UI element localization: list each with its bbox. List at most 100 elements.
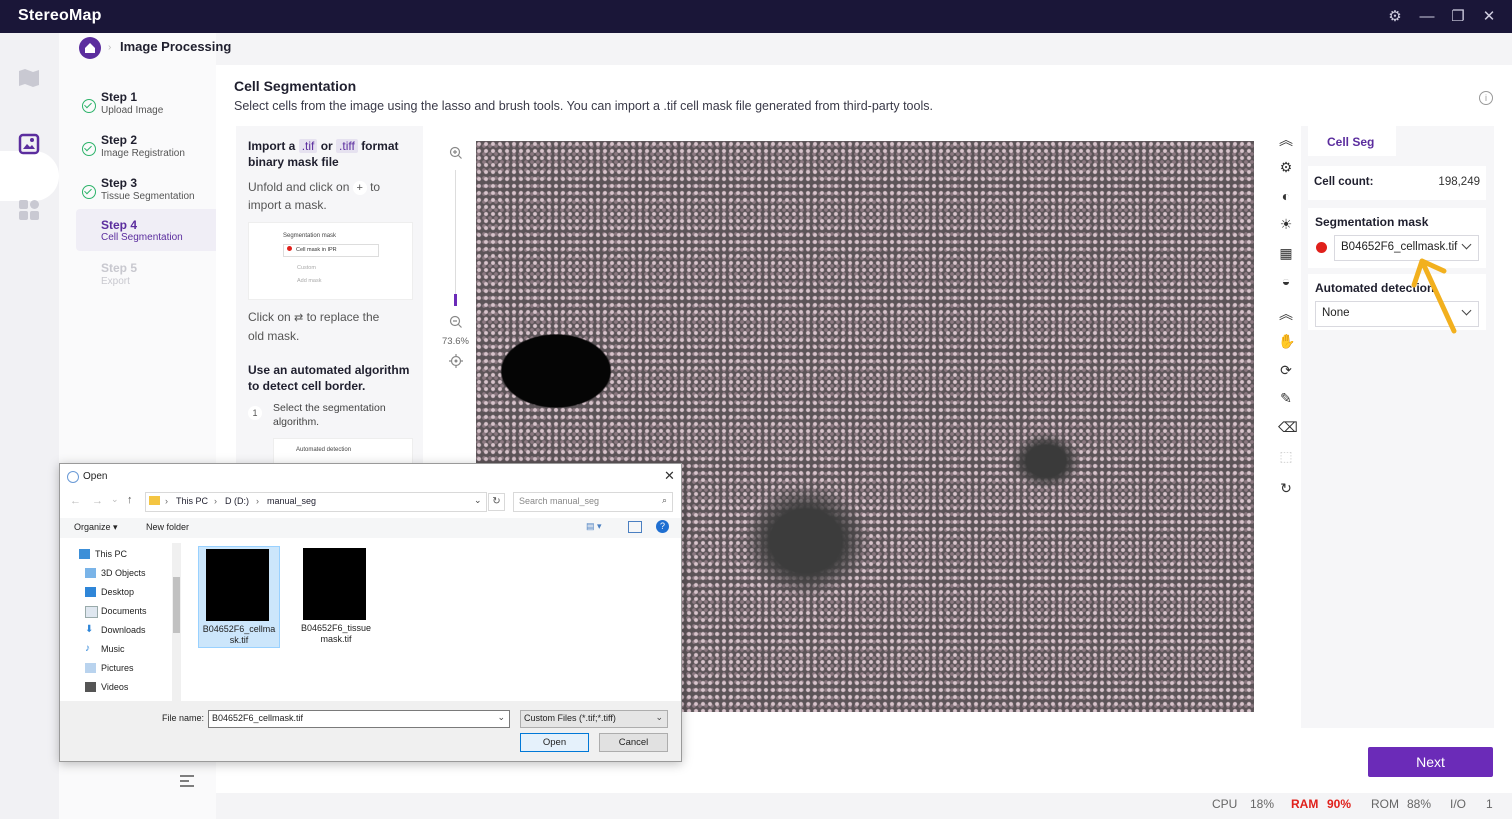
new-folder-button[interactable]: New folder xyxy=(146,522,189,532)
file-type-value: Custom Files (*.tif;*.tiff) xyxy=(524,713,616,723)
step-subtitle: Export xyxy=(101,276,130,287)
close-icon[interactable]: ✕ xyxy=(1480,8,1498,26)
filename-input[interactable]: B04652F6_cellmask.tif ⌄ xyxy=(208,710,510,728)
preview-pane-icon[interactable] xyxy=(628,521,642,533)
collapse-up-icon-2[interactable]: ︽ xyxy=(1278,306,1294,322)
file-item[interactable]: B04652F6_tissuemask.tif xyxy=(296,546,376,646)
chevron-down-icon[interactable]: ⌄ xyxy=(474,495,482,506)
recenter-icon[interactable] xyxy=(449,354,463,373)
settings-icon[interactable]: ⚙ xyxy=(1386,8,1404,26)
zoom-out-icon[interactable] xyxy=(449,315,463,334)
organize-button[interactable]: Organize ▾ xyxy=(74,522,118,533)
navigation-tree: This PC 3D Objects Desktop Documents ⬇ Do… xyxy=(60,543,173,701)
address-bar[interactable]: › This PC › D (D:) › manual_seg ⌄ xyxy=(145,492,487,512)
cpu-label: CPU xyxy=(1212,797,1238,811)
step-title: Step 2 xyxy=(101,133,138,147)
tree-item-videos[interactable]: Videos xyxy=(85,682,128,692)
eraser-icon[interactable]: ⌫ xyxy=(1278,419,1298,435)
step-subtitle: Upload Image xyxy=(101,105,164,116)
home-icon[interactable] xyxy=(79,37,101,59)
reset-icon[interactable]: ↻ xyxy=(1278,480,1294,496)
tree-item-this-pc[interactable]: This PC xyxy=(79,549,127,559)
file-item[interactable]: B04652F6_cellmask.tif xyxy=(198,546,280,648)
selection-icon[interactable]: ⬚ xyxy=(1278,448,1294,464)
chevron-down-icon[interactable]: ⌄ xyxy=(111,494,119,505)
refresh-icon[interactable]: ↻ xyxy=(488,493,505,511)
rom-label: ROM xyxy=(1371,797,1399,811)
dialog-footer: File name: B04652F6_cellmask.tif ⌄ Custo… xyxy=(60,701,681,761)
filename-value: B04652F6_cellmask.tif xyxy=(212,713,304,723)
lasso-icon[interactable]: ⟳ xyxy=(1278,362,1294,378)
scrollbar-thumb[interactable] xyxy=(173,577,180,633)
tree-item-3d-objects[interactable]: 3D Objects xyxy=(85,568,146,578)
tree-item-downloads[interactable]: ⬇ Downloads xyxy=(85,625,146,636)
rom-value: 88% xyxy=(1407,797,1432,811)
tree-item-desktop[interactable]: Desktop xyxy=(85,587,134,597)
gear-icon[interactable]: ⚙ xyxy=(1278,159,1294,175)
step-2[interactable]: Step 2 Image Registration xyxy=(76,133,216,175)
collapse-up-icon[interactable]: ︽ xyxy=(1278,132,1294,148)
step-title: Step 4 xyxy=(101,218,138,232)
map-icon[interactable] xyxy=(17,66,41,90)
tree-scrollbar[interactable] xyxy=(172,543,181,701)
search-placeholder: Search manual_seg xyxy=(519,496,600,506)
filename-label: File name: xyxy=(162,713,205,723)
chevron-down-icon: ⌄ xyxy=(655,712,663,722)
app-title: StereoMap xyxy=(18,7,102,24)
step-title: Step 1 xyxy=(101,90,138,104)
file-thumbnail xyxy=(206,549,269,621)
dialog-title: Open xyxy=(83,471,108,482)
help-icon[interactable]: ? xyxy=(656,520,669,533)
tab-cell-seg[interactable]: Cell Seg xyxy=(1308,126,1396,156)
zoom-in-icon[interactable] xyxy=(449,146,463,165)
mask-thumbnail: Segmentation mask Cell mask in IPR Custo… xyxy=(248,222,413,300)
brightness-icon[interactable]: ☀ xyxy=(1278,216,1294,232)
minimize-icon[interactable]: — xyxy=(1418,8,1436,26)
tool-column: ︽ ⚙ ◐ ☀ ▦ ◒ ︽ ✋ ⟳ ✎ ⌫ ⬚ ↻ xyxy=(1270,126,1300,726)
ram-label: RAM xyxy=(1291,797,1319,811)
up-icon[interactable]: ↑ xyxy=(127,494,133,506)
collapse-menu-icon[interactable] xyxy=(180,774,194,787)
path-segment[interactable]: This PC xyxy=(176,496,208,506)
info-icon[interactable]: i xyxy=(1479,91,1493,105)
replace-instruction: Click on ⇄ to replace the old mask. xyxy=(248,310,380,343)
restore-icon[interactable]: ❐ xyxy=(1449,8,1467,26)
help-panel: Import a .tif or .tiff format binary mask… xyxy=(236,126,423,466)
file-type-select[interactable]: Custom Files (*.tif;*.tiff) ⌄ xyxy=(520,710,668,728)
seg-mask-value: B04652F6_cellmask.tif xyxy=(1341,241,1458,253)
file-name: B04652F6_cellmask.tif xyxy=(202,624,276,645)
step-subtitle: Cell Segmentation xyxy=(101,232,183,243)
path-segment[interactable]: manual_seg xyxy=(267,496,316,506)
zoom-slider-track[interactable] xyxy=(455,170,456,300)
search-input[interactable]: Search manual_seg ⌕ xyxy=(513,492,673,512)
forward-icon[interactable]: → xyxy=(92,495,103,507)
video-icon xyxy=(85,682,96,692)
zoom-slider-handle[interactable] xyxy=(454,294,457,306)
highlight-arrow-icon xyxy=(1411,258,1457,334)
step-4[interactable]: Step 4 Cell Segmentation xyxy=(76,209,216,251)
chevron-down-icon xyxy=(1461,239,1472,250)
open-button[interactable]: Open xyxy=(520,733,589,752)
cpu-value: 18% xyxy=(1250,797,1275,811)
grid-icon[interactable]: ▦ xyxy=(1278,245,1294,261)
brush-icon[interactable]: ✎ xyxy=(1278,390,1294,406)
back-icon[interactable]: ← xyxy=(70,495,81,507)
opacity-icon[interactable]: ◒ xyxy=(1278,273,1294,289)
tree-item-documents[interactable]: Documents xyxy=(85,606,147,618)
io-value: 1 xyxy=(1486,797,1493,811)
cancel-button[interactable]: Cancel xyxy=(599,733,668,752)
view-icon[interactable]: ▤ ▾ xyxy=(586,521,602,532)
mask-color-dot[interactable] xyxy=(1316,242,1327,253)
contrast-icon[interactable]: ◐ xyxy=(1278,188,1294,204)
chevron-down-icon[interactable]: ⌄ xyxy=(497,712,505,723)
hand-icon[interactable]: ✋ xyxy=(1278,333,1295,349)
title-bar: StereoMap ⚙ — ❐ ✕ xyxy=(0,0,1512,33)
path-segment[interactable]: D (D:) xyxy=(225,496,249,506)
tree-item-pictures[interactable]: Pictures xyxy=(85,663,134,673)
close-icon[interactable]: ✕ xyxy=(664,468,675,484)
apps-icon[interactable] xyxy=(17,198,41,222)
next-button[interactable]: Next xyxy=(1368,747,1493,777)
tree-item-music[interactable]: ♪ Music xyxy=(85,644,125,655)
image-processing-icon[interactable] xyxy=(17,132,41,156)
step-1[interactable]: Step 1 Upload Image xyxy=(76,90,216,132)
